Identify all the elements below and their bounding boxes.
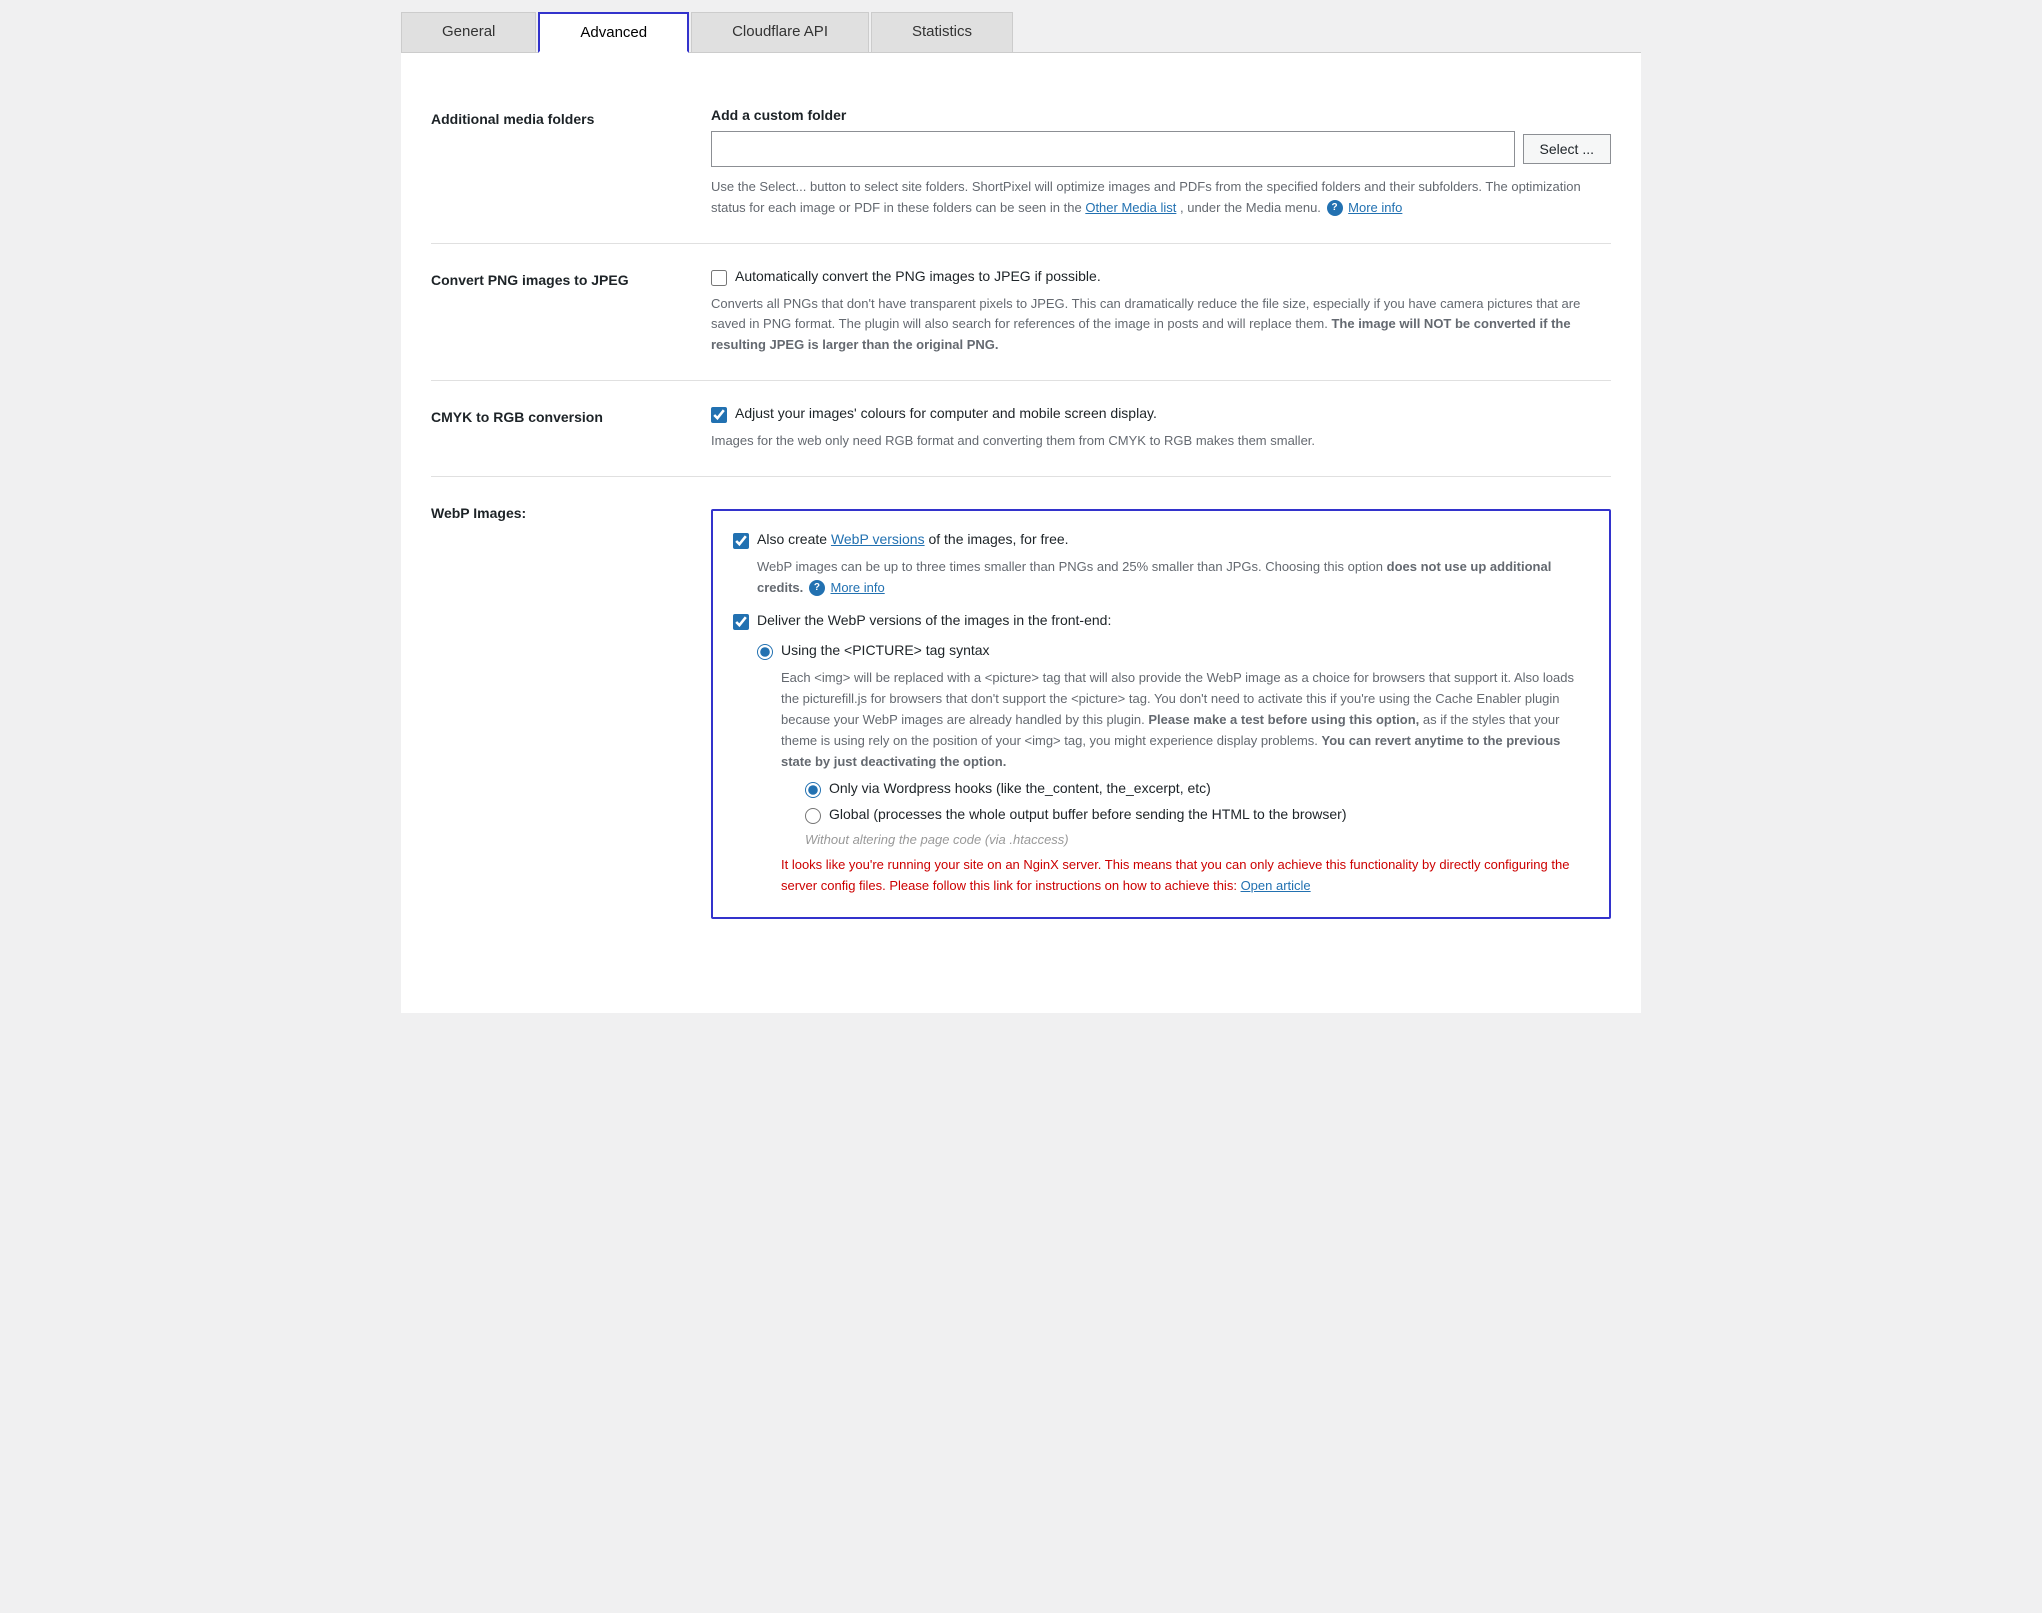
- radio-global-row: Global (processes the whole output buffe…: [805, 806, 1589, 824]
- folder-input[interactable]: [711, 131, 1515, 167]
- additional-media-section: Additional media folders Add a custom fo…: [431, 83, 1611, 244]
- convert-png-section: Convert PNG images to JPEG Automatically…: [431, 244, 1611, 381]
- radio-picture-label[interactable]: Using the <PICTURE> tag syntax: [781, 642, 990, 658]
- radio-picture-row: Using the <PICTURE> tag syntax: [757, 642, 1589, 660]
- webp-section: WebP Images: Also create WebP versions o…: [431, 477, 1611, 943]
- convert-png-checkbox[interactable]: [711, 270, 727, 286]
- webp-label: WebP Images:: [431, 501, 711, 919]
- additional-media-content: Add a custom folder Select ... Use the S…: [711, 107, 1611, 219]
- webp-content: Also create WebP versions of the images,…: [711, 501, 1611, 919]
- additional-media-desc: Use the Select... button to select site …: [711, 177, 1611, 219]
- tab-content: Additional media folders Add a custom fo…: [401, 53, 1641, 973]
- radio-hooks-row: Only via Wordpress hooks (like the_conte…: [805, 780, 1589, 798]
- open-article-link[interactable]: Open article: [1241, 878, 1311, 893]
- picture-tag-radio-group: Using the <PICTURE> tag syntax Each <img…: [757, 642, 1589, 897]
- htaccess-note: Without altering the page code (via .hta…: [805, 832, 1589, 847]
- webp-create-desc: WebP images can be up to three times sma…: [757, 557, 1589, 599]
- cmyk-label: CMYK to RGB conversion: [431, 405, 711, 452]
- webp-more-info-link[interactable]: More info: [831, 580, 885, 595]
- folder-sub-label: Add a custom folder: [711, 107, 1611, 123]
- convert-png-checkbox-row: Automatically convert the PNG images to …: [711, 268, 1611, 286]
- picture-desc: Each <img> will be replaced with a <pict…: [781, 668, 1589, 772]
- deliver-webp-checkbox-row: Deliver the WebP versions of the images …: [733, 612, 1589, 630]
- tab-cloudflare[interactable]: Cloudflare API: [691, 12, 869, 52]
- convert-png-checkbox-label[interactable]: Automatically convert the PNG images to …: [735, 268, 1101, 284]
- help-icon[interactable]: ?: [1327, 200, 1343, 216]
- radio-global-label[interactable]: Global (processes the whole output buffe…: [829, 806, 1347, 822]
- convert-png-label: Convert PNG images to JPEG: [431, 268, 711, 356]
- cmyk-desc: Images for the web only need RGB format …: [711, 431, 1611, 452]
- settings-page: General Advanced Cloudflare API Statisti…: [401, 0, 1641, 1013]
- deliver-webp-checkbox[interactable]: [733, 614, 749, 630]
- additional-media-label: Additional media folders: [431, 107, 711, 219]
- radio-hooks[interactable]: [805, 782, 821, 798]
- nginx-warning: It looks like you're running your site o…: [781, 855, 1589, 897]
- radio-hooks-label[interactable]: Only via Wordpress hooks (like the_conte…: [829, 780, 1211, 796]
- folder-input-row: Select ...: [711, 131, 1611, 167]
- convert-png-content: Automatically convert the PNG images to …: [711, 268, 1611, 356]
- tabs-bar: General Advanced Cloudflare API Statisti…: [401, 0, 1641, 53]
- convert-png-desc: Converts all PNGs that don't have transp…: [711, 294, 1611, 356]
- cmyk-checkbox-row: Adjust your images' colours for computer…: [711, 405, 1611, 423]
- select-folder-button[interactable]: Select ...: [1523, 134, 1611, 164]
- radio-global[interactable]: [805, 808, 821, 824]
- webp-versions-link[interactable]: WebP versions: [831, 531, 925, 547]
- webp-highlighted-box: Also create WebP versions of the images,…: [711, 509, 1611, 919]
- cmyk-checkbox[interactable]: [711, 407, 727, 423]
- tab-advanced[interactable]: Advanced: [538, 12, 689, 53]
- sub-radio-group: Only via Wordpress hooks (like the_conte…: [805, 780, 1589, 824]
- cmyk-content: Adjust your images' colours for computer…: [711, 405, 1611, 452]
- create-webp-checkbox[interactable]: [733, 533, 749, 549]
- more-info-link[interactable]: More info: [1348, 200, 1402, 215]
- cmyk-section: CMYK to RGB conversion Adjust your image…: [431, 381, 1611, 477]
- other-media-list-link[interactable]: Other Media list: [1085, 200, 1176, 215]
- create-webp-checkbox-row: Also create WebP versions of the images,…: [733, 531, 1589, 549]
- tab-general[interactable]: General: [401, 12, 536, 52]
- cmyk-checkbox-label[interactable]: Adjust your images' colours for computer…: [735, 405, 1157, 421]
- deliver-webp-label[interactable]: Deliver the WebP versions of the images …: [757, 612, 1111, 628]
- webp-help-icon[interactable]: ?: [809, 580, 825, 596]
- radio-picture[interactable]: [757, 644, 773, 660]
- create-webp-label[interactable]: Also create WebP versions of the images,…: [757, 531, 1069, 547]
- tab-statistics[interactable]: Statistics: [871, 12, 1013, 52]
